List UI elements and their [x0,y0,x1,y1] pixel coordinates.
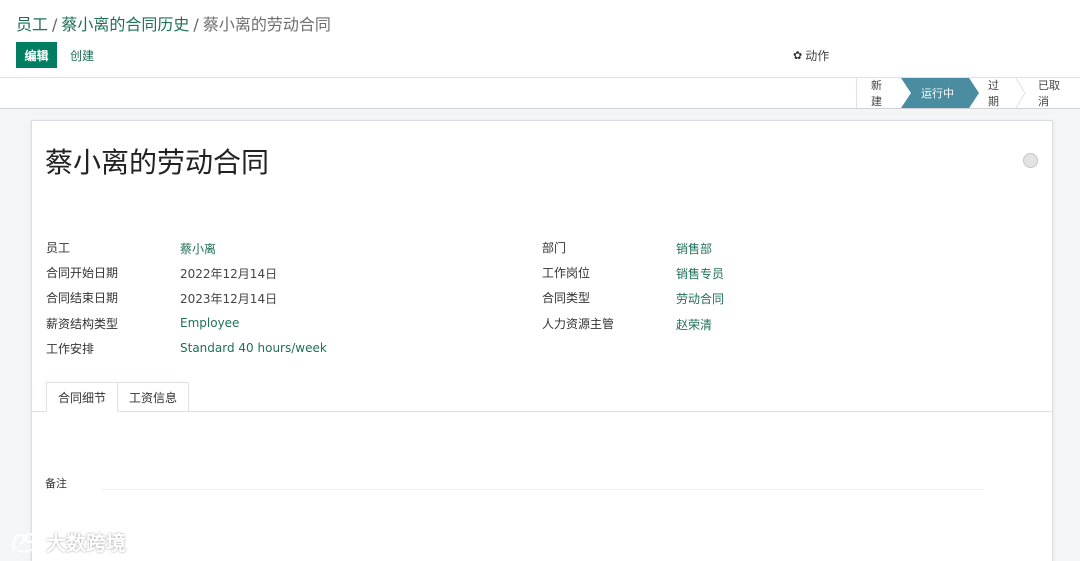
breadcrumb: 员工 / 蔡小离的合同历史 / 蔡小离的劳动合同 [16,11,331,35]
notes-field[interactable] [102,489,984,490]
breadcrumb-separator: / [193,15,199,34]
create-button[interactable]: 创建 [62,42,102,68]
breadcrumb-item-contract-history[interactable]: 蔡小离的合同历史 [61,15,189,34]
field-label-salary-structure: 薪资结构类型 [46,317,119,331]
control-panel: 员工 / 蔡小离的合同历史 / 蔡小离的劳动合同 编辑 创建 ✿ 动作 [0,0,1080,78]
action-menu-label: 动作 [805,49,830,63]
edit-button[interactable]: 编辑 [16,42,57,68]
breadcrumb-current: 蔡小离的劳动合同 [202,15,331,34]
field-value-job-position[interactable]: 销售专员 [676,265,724,282]
breadcrumb-item-employees[interactable]: 员工 [16,15,48,34]
field-value-hr-responsible[interactable]: 赵荣清 [676,316,712,333]
record-title: 蔡小离的劳动合同 [45,146,270,179]
field-value-working-schedule[interactable]: Standard 40 hours/week [180,341,327,355]
field-label-job-position: 工作岗位 [542,266,591,280]
watermark: 大数跨境 [10,527,126,556]
field-label-end-date: 合同结束日期 [46,291,119,305]
field-value-employee[interactable]: 蔡小离 [180,240,216,257]
stage-running-label: 运行中 [921,87,954,100]
priority-toggle[interactable] [1023,153,1038,168]
tab-contract-details[interactable]: 合同细节 [46,382,119,412]
gear-icon: ✿ [793,49,803,62]
field-value-department[interactable]: 销售部 [676,240,712,257]
stage-expired-label: 过期 [988,79,999,108]
field-label-start-date: 合同开始日期 [46,266,119,280]
notes-label: 备注 [45,477,67,490]
field-value-end-date: 2023年12月14日 [180,292,278,306]
form-sheet: 蔡小离的劳动合同 员工 蔡小离 合同开始日期 2022年12月14日 合同结束日… [31,120,1053,561]
statusbar: 新建 运行中 过期 已取消 [0,78,1080,109]
breadcrumb-separator: / [52,15,58,34]
stage-cancelled-label: 已取消 [1038,79,1060,108]
stage-running[interactable]: 运行中 [901,78,979,108]
chevron-right-icon [1016,78,1026,108]
field-value-start-date: 2022年12月14日 [180,267,278,281]
stage-cancelled[interactable]: 已取消 [1016,78,1080,108]
watermark-text: 大数跨境 [46,531,126,555]
status-stages: 新建 运行中 过期 已取消 [856,78,1080,108]
tab-salary-information[interactable]: 工资信息 [118,382,190,412]
field-label-contract-type: 合同类型 [542,291,591,305]
stage-new-label: 新建 [871,79,882,108]
watermark-logo-icon [12,532,42,553]
field-label-employee: 员工 [46,241,71,255]
field-label-department: 部门 [542,241,567,255]
notebook-tabs: 合同细节 工资信息 [46,382,190,412]
field-value-contract-type[interactable]: 劳动合同 [676,290,724,307]
stage-new[interactable]: 新建 [856,78,901,108]
action-menu[interactable]: ✿ 动作 [793,47,829,64]
field-value-salary-structure[interactable]: Employee [180,316,239,330]
field-label-hr-responsible: 人力资源主管 [542,317,615,331]
field-label-working-schedule: 工作安排 [46,342,95,356]
